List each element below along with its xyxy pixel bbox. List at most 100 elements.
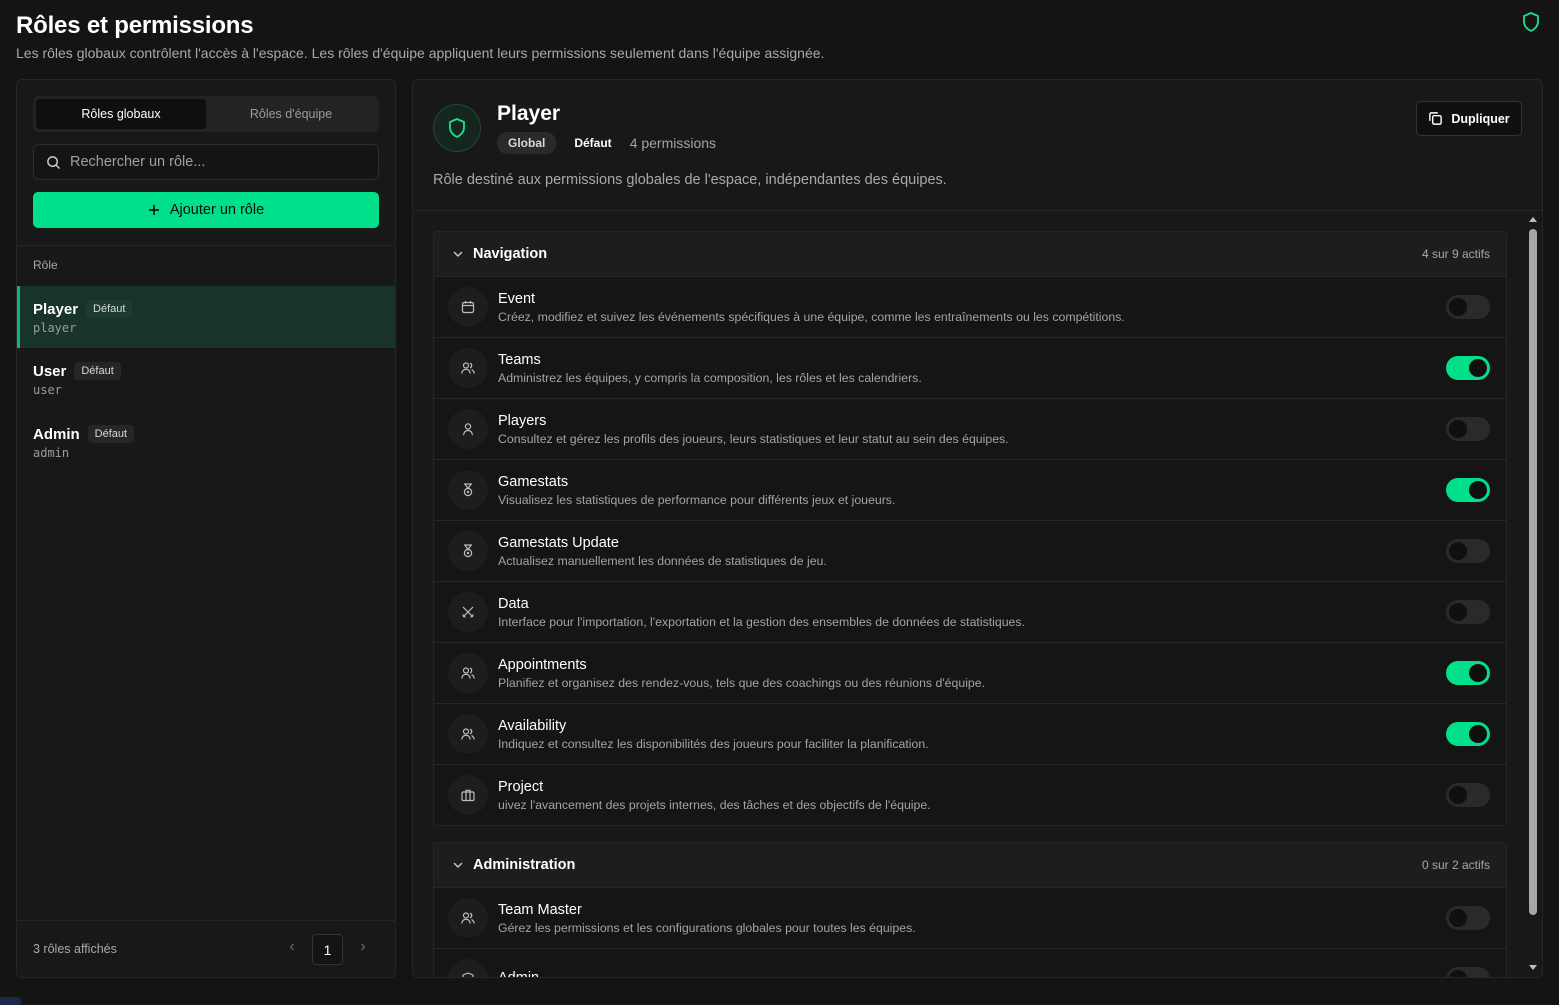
role-detail-panel: Player Global Défaut 4 permissions Dupli… [412,79,1543,978]
toggle-knob [1469,725,1487,743]
permission-text: Project uivez l'avancement des projets in… [498,779,1446,812]
role-meta: Global Défaut 4 permissions [497,132,716,154]
divider [17,245,395,246]
permission-row: Admin [434,948,1506,978]
scroll-up-arrow-icon[interactable] [1529,217,1537,222]
users-icon [448,714,488,754]
permission-name: Teams [498,351,541,368]
page-title: Rôles et permissions [16,12,254,39]
toggle-knob [1449,909,1467,927]
medal-icon [448,531,488,571]
permission-toggle[interactable] [1446,295,1490,319]
role-title: Player [497,102,561,125]
permission-toggle[interactable] [1446,539,1490,563]
user-icon [448,409,488,449]
shield-icon[interactable] [1521,11,1541,33]
permission-toggle[interactable] [1446,600,1490,624]
permission-row: Project uivez l'avancement des projets in… [434,764,1506,825]
role-name: User [33,362,67,380]
permission-text: Availability Indiquez et consultez les di… [498,718,1446,751]
permission-count: 4 permissions [629,135,717,151]
role-column-header: Rôle [33,258,58,272]
role-list: Player Défaut player User Défaut user Ad… [17,286,395,474]
permission-row: Data Interface pour l'importation, l'expo… [434,581,1506,642]
default-badge: Défaut [87,425,135,443]
permission-name: Team Master [498,901,582,918]
permission-section: Administration 0 sur 2 actifs Team Master G… [433,842,1507,978]
permission-name: Event [498,290,536,307]
permission-row: Gamestats Update Actualisez manuellement … [434,520,1506,581]
permission-toggle[interactable] [1446,783,1490,807]
permission-toggle[interactable] [1446,417,1490,441]
permission-row: Availability Indiquez et consultez les di… [434,703,1506,764]
page-number-button[interactable]: 1 [312,934,343,965]
permission-toggle[interactable] [1446,356,1490,380]
permission-row: Event Créez, modifiez et suivez les événe… [434,276,1506,337]
search-icon [47,155,60,169]
duplicate-button[interactable]: Dupliquer [1416,101,1522,136]
page-subtitle: Les rôles globaux contrôlent l'accès à l… [16,45,825,61]
toggle-knob [1469,664,1487,682]
permission-text: Gamestats Update Actualisez manuellement … [498,535,1446,568]
permission-toggle[interactable] [1446,722,1490,746]
permission-toggle[interactable] [1446,661,1490,685]
permission-text: Event Créez, modifiez et suivez les événe… [498,291,1446,324]
section-active-count: 4 sur 9 actifs [1421,247,1490,261]
role-item-player[interactable]: Player Défaut player [17,286,395,348]
permission-text: Admin [498,969,1446,978]
tab-team-roles[interactable]: Rôles d'équipe [206,99,376,129]
permission-text: Players Consultez et gérez les profils de… [498,413,1446,446]
section-header[interactable]: Administration 0 sur 2 actifs [434,843,1506,887]
scrollbar[interactable] [1527,211,1539,977]
section-header[interactable]: Navigation 4 sur 9 actifs [434,232,1506,276]
chevron-down-icon [453,862,463,868]
permission-text: Gamestats Visualisez les statistiques de … [498,474,1446,507]
role-name: Admin [33,425,80,443]
add-role-button[interactable]: Ajouter un rôle [33,192,379,228]
permission-toggle[interactable] [1446,478,1490,502]
role-item-user[interactable]: User Défaut user [17,348,395,411]
toggle-knob [1449,298,1467,316]
users-icon [448,348,488,388]
permission-name: Admin [498,969,540,978]
scroll-thumb[interactable] [1529,229,1537,915]
role-avatar [433,104,481,152]
add-role-label: Ajouter un rôle [169,202,265,218]
permission-description: Interface pour l'importation, l'exportat… [498,614,1025,629]
permission-name: Players [498,412,547,429]
section-active-count: 0 sur 2 actifs [1421,858,1490,872]
permission-description: Visualisez les statistiques de performan… [498,492,896,507]
role-description: Rôle destiné aux permissions globales de… [433,172,947,188]
permission-description: Actualisez manuellement les données de s… [498,553,827,568]
section-title: Navigation [473,246,548,262]
roles-count: 3 rôles affichés [33,942,117,956]
permission-text: Appointments Planifiez et organisez des r… [498,657,1446,690]
toggle-knob [1449,542,1467,560]
toggle-knob [1449,970,1467,977]
permission-description: Planifiez et organisez des rendez-vous, … [498,675,986,690]
copy-icon [1429,112,1443,125]
permission-text: Teams Administrez les équipes, y compris … [498,352,1446,385]
medal-icon [448,470,488,510]
permissions-scroll-area[interactable]: Navigation 4 sur 9 actifs Event Créez, modi… [413,210,1542,978]
calendar-icon [448,287,488,327]
chevron-left-icon[interactable]: ‹ [285,938,299,960]
permission-description: Administrez les équipes, y compris la co… [498,370,922,385]
permission-name: Gamestats Update [498,534,619,551]
chevron-right-icon[interactable]: › [356,938,370,960]
briefcase-icon [448,775,488,815]
default-tag: Défaut [574,136,612,150]
permission-toggle[interactable] [1446,967,1490,977]
scroll-down-arrow-icon[interactable] [1529,965,1537,970]
permission-description: uivez l'avancement des projets internes,… [498,797,931,812]
tab-global-roles[interactable]: Rôles globaux [36,99,206,129]
permission-toggle[interactable] [1446,906,1490,930]
role-key: player [33,321,77,335]
search-input[interactable] [70,154,360,170]
role-item-admin[interactable]: Admin Défaut admin [17,411,395,474]
permission-row: Appointments Planifiez et organisez des r… [434,642,1506,703]
default-badge: Défaut [74,362,121,380]
permission-text: Data Interface pour l'importation, l'expo… [498,596,1446,629]
permission-row: Players Consultez et gérez les profils de… [434,398,1506,459]
role-name: Player [33,300,79,318]
